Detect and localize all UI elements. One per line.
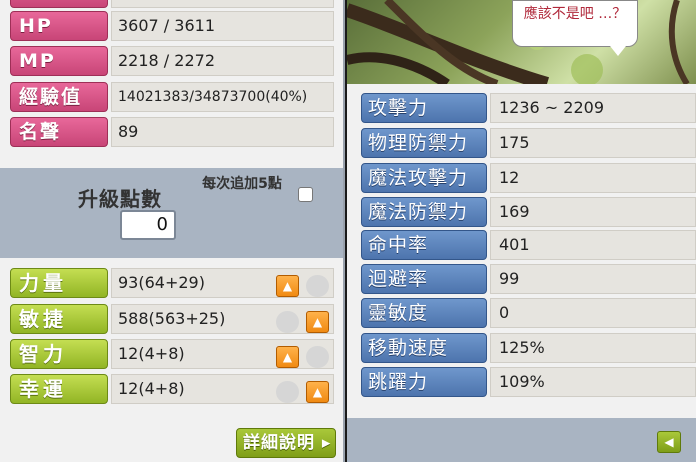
mp-value: 2218 / 2272 [111,46,334,76]
detail-row-hands: 靈敏度 0 [361,296,696,329]
detail-row-jump: 跳躍力 109% [361,365,696,398]
attr-row-str: 力量 93(64+29) ▲ [10,266,335,299]
dex-label: 敏捷 [10,304,108,334]
ability-point-section: 升級點數 0 [0,168,343,258]
luk-plus-button[interactable]: ▲ [306,381,329,403]
str-plus-button[interactable]: ▲ [276,275,299,297]
auto-add-label: 每次追加5點 [202,176,282,192]
ability-point-label: 升級點數 [78,187,162,211]
speech-bubble-tail [610,46,626,56]
attr-row-int: 智力 12(4+8) ▲ [10,337,335,370]
plus-arrow-icon: ▲ [312,315,323,329]
back-arrow-icon: ◀ [664,435,674,449]
dex-plus-button[interactable]: ▲ [306,311,329,333]
dex-disabled-slot [276,311,299,333]
weapon-def-label: 物理防禦力 [361,128,487,158]
stat-row-fame: 名聲 89 [10,115,335,148]
weapon-def-value: 175 [490,128,696,158]
detail-window-footer [347,418,696,462]
auto-add-checkbox[interactable] [298,187,313,202]
magic-def-value: 169 [490,197,696,227]
attack-value: 1236 ~ 2209 [490,93,696,123]
detail-row-magic-atk: 魔法攻擊力 12 [361,161,696,194]
jump-label: 跳躍力 [361,367,487,397]
str-value: 93(64+29) [111,268,334,298]
exp-value: 14021383/34873700(40%) [111,82,334,112]
fame-label: 名聲 [10,117,108,147]
plus-arrow-icon: ▲ [282,350,293,364]
str-disabled-slot [306,275,329,297]
stat-row-exp: 經驗值 14021383/34873700(40%) [10,80,335,113]
detail-row-weapon-def: 物理防禦力 175 [361,126,696,159]
detail-toggle-button[interactable]: 詳細說明 ▸ [236,428,336,458]
int-plus-button[interactable]: ▲ [276,346,299,368]
stat-window: HP 3607 / 3611 MP 2218 / 2272 經驗值 140213… [0,0,345,462]
plus-arrow-icon: ▲ [282,279,293,293]
stat-row-partial [10,0,335,9]
attack-label: 攻擊力 [361,93,487,123]
collapse-detail-button[interactable]: ◀ [657,431,681,453]
detail-button-label: 詳細說明 [243,433,315,453]
detail-row-speed: 移動速度 125% [361,331,696,364]
accuracy-value: 401 [490,230,696,260]
avoid-label: 迴避率 [361,264,487,294]
hands-label: 靈敏度 [361,298,487,328]
exp-label: 經驗值 [10,82,108,112]
mp-label: MP [10,46,108,76]
accuracy-label: 命中率 [361,230,487,260]
ability-point-value: 0 [120,210,176,240]
magic-atk-label: 魔法攻擊力 [361,163,487,193]
luk-disabled-slot [276,381,299,403]
stat-row-hp: HP 3607 / 3611 [10,9,335,42]
dex-value: 588(563+25) [111,304,334,334]
attr-row-dex: 敏捷 588(563+25) ▲ [10,302,335,335]
int-disabled-slot [306,346,329,368]
detail-row-avoid: 迴避率 99 [361,262,696,295]
detail-row-magic-def: 魔法防禦力 169 [361,195,696,228]
detail-row-accuracy: 命中率 401 [361,228,696,261]
jump-value: 109% [490,367,696,397]
str-label: 力量 [10,268,108,298]
speed-value: 125% [490,333,696,363]
detail-row-attack: 攻擊力 1236 ~ 2209 [361,91,696,124]
hp-value: 3607 / 3611 [111,11,334,41]
luk-label: 幸運 [10,374,108,404]
luk-value: 12(4+8) [111,374,334,404]
int-value: 12(4+8) [111,339,334,369]
magic-def-label: 魔法防禦力 [361,197,487,227]
plus-arrow-icon: ▲ [312,385,323,399]
fame-value: 89 [111,117,334,147]
speech-bubble: 應該不是吧 …？ [512,0,638,47]
avoid-value: 99 [490,264,696,294]
stat-row-mp: MP 2218 / 2272 [10,44,335,77]
partial-value [111,0,334,8]
magic-atk-value: 12 [490,163,696,193]
partial-label [10,0,108,8]
hands-value: 0 [490,298,696,328]
hp-label: HP [10,11,108,41]
attr-row-luk: 幸運 12(4+8) ▲ [10,372,335,405]
int-label: 智力 [10,339,108,369]
speed-label: 移動速度 [361,333,487,363]
detail-stat-window: 攻擊力 1236 ~ 2209 物理防禦力 175 魔法攻擊力 12 魔法防禦力… [347,84,696,462]
chevron-right-icon: ▸ [321,433,332,453]
